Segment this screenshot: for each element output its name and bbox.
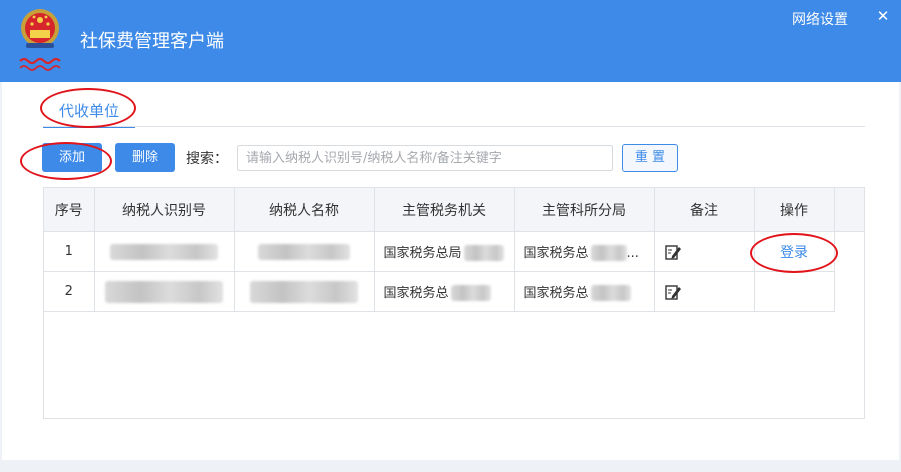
search-label: 搜索： (186, 151, 228, 167)
branch-bureau-text: 国家税务总 (523, 285, 589, 301)
title-bar: 社保费管理客户端 网络设置 ✕ (0, 0, 901, 82)
search-input[interactable] (237, 145, 613, 171)
delete-button[interactable]: 删除 (115, 143, 175, 172)
row-index: 2 (44, 271, 95, 312)
reset-button[interactable]: 重 置 (622, 144, 678, 172)
redacted-branch-suffix (590, 285, 631, 302)
edit-note-icon[interactable] (664, 283, 682, 301)
tax-emblem-icon (19, 9, 61, 71)
branch-ellipsis: ... (626, 245, 639, 261)
add-button[interactable]: 添加 (42, 143, 102, 172)
redacted-authority-suffix (463, 245, 504, 262)
branch-bureau-cell: 国家税务总... (514, 231, 655, 272)
note-cell (654, 271, 755, 312)
tab-divider (43, 126, 865, 127)
branch-bureau-text: 国家税务总 (523, 245, 589, 261)
branch-bureau-cell: 国家税务总 (514, 271, 655, 312)
main-panel: 代收单位 添加 删除 搜索： 重 置 序号 纳税人识别号 纳税人名称 主管税务机… (2, 82, 899, 460)
close-icon[interactable]: ✕ (874, 7, 892, 25)
network-settings-link[interactable]: 网络设置 (792, 9, 848, 29)
tax-id-cell (94, 231, 235, 272)
app-title: 社保费管理客户端 (80, 31, 224, 52)
row-index: 1 (44, 231, 95, 272)
note-cell (654, 231, 755, 272)
table-row[interactable]: 1 国家税务总局 国家税务总... 登录 (44, 231, 835, 272)
tab-collection-unit[interactable]: 代收单位 (43, 98, 135, 128)
tax-authority-text: 国家税务总 (383, 285, 449, 301)
login-link[interactable]: 登录 (780, 245, 808, 261)
tax-authority-text: 国家税务总局 (383, 245, 462, 261)
edit-note-icon[interactable] (664, 243, 682, 261)
tax-id-cell (94, 271, 235, 312)
column-header-tax-authority: 主管税务机关 (374, 188, 515, 232)
column-header-index: 序号 (44, 188, 95, 232)
tax-authority-cell: 国家税务总 (374, 271, 515, 312)
redacted-taxpayer-name (258, 243, 350, 260)
taxpayer-name-cell (234, 231, 375, 272)
redacted-authority-suffix (450, 285, 491, 302)
action-cell (754, 271, 835, 312)
redacted-tax-id (105, 280, 223, 303)
tax-authority-cell: 国家税务总局 (374, 231, 515, 272)
column-header-note: 备注 (654, 188, 755, 232)
column-header-tax-id: 纳税人识别号 (94, 188, 235, 232)
redacted-tax-id (110, 243, 218, 260)
column-header-action: 操作 (754, 188, 835, 232)
column-header-branch-bureau: 主管科所分局 (514, 188, 655, 232)
taxpayer-name-cell (234, 271, 375, 312)
column-header-taxpayer-name: 纳税人名称 (234, 188, 375, 232)
table-header-row: 序号 纳税人识别号 纳税人名称 主管税务机关 主管科所分局 备注 操作 (44, 188, 835, 232)
redacted-taxpayer-name (250, 280, 358, 303)
table-row[interactable]: 2 国家税务总 国家税务总 (44, 271, 835, 312)
redacted-branch-suffix (590, 245, 627, 262)
table-header-filler (834, 188, 864, 232)
action-cell: 登录 (754, 231, 835, 272)
unit-table: 序号 纳税人识别号 纳税人名称 主管税务机关 主管科所分局 备注 操作 1 国家… (43, 187, 865, 419)
